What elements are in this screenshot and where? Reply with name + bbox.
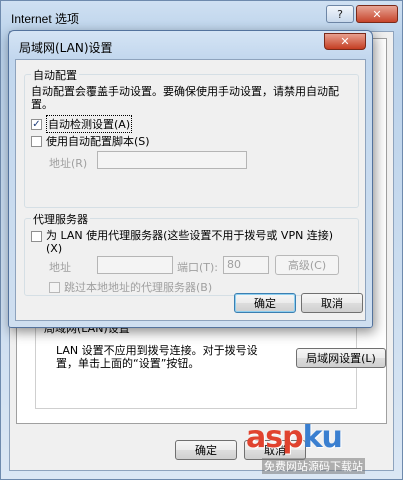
script-address-input[interactable] — [97, 151, 247, 169]
dialog-ok-button[interactable]: 确定 — [234, 293, 296, 313]
bypass-local-row[interactable]: 跳过本地地址的代理服务器(B) — [49, 279, 212, 295]
use-script-label: 使用自动配置脚本(S) — [46, 135, 150, 148]
proxy-port-input[interactable]: 80 — [223, 256, 269, 274]
lan-settings-group: 局域网(LAN)设置 LAN 设置不应用到拨号连接。对于拨号设置，单击上面的“设… — [35, 320, 386, 409]
auto-detect-checkbox[interactable]: ✓ — [31, 118, 42, 130]
site-watermark-logo: aspku — [246, 420, 343, 455]
proxy-port-label: 端口(T): — [177, 261, 219, 274]
proxy-server-title: 代理服务器 — [31, 211, 90, 227]
dialog-close-button[interactable]: ✕ — [324, 33, 366, 50]
window-title: Internet 选项 — [11, 12, 80, 26]
outer-ok-button[interactable]: 确定 — [175, 440, 237, 460]
dialog-title: 局域网(LAN)设置 — [19, 41, 113, 55]
bypass-local-checkbox[interactable] — [49, 281, 60, 293]
use-script-row[interactable]: 使用自动配置脚本(S) — [31, 133, 150, 149]
auto-config-description: 自动配置会覆盖手动设置。要确保使用手动设置，请禁用自动配置。 — [31, 85, 339, 111]
script-address-label: 地址(R) — [49, 157, 88, 170]
use-proxy-checkbox[interactable] — [31, 231, 42, 242]
watermark-brand-part2: ku — [302, 420, 343, 455]
proxy-address-label: 地址 — [49, 261, 71, 274]
dialog-cancel-button[interactable]: 取消 — [301, 293, 363, 313]
watermark-subtitle: 免费网站源码下载站 — [262, 458, 365, 474]
auto-detect-row[interactable]: ✓ 自动检测设置(A) — [31, 115, 133, 133]
window-caption-buttons: ? ✕ — [326, 5, 398, 23]
lan-description: LAN 设置不应用到拨号连接。对于拨号设置，单击上面的“设置”按钮。 — [56, 344, 258, 370]
bypass-local-label: 跳过本地地址的代理服务器(B) — [64, 281, 213, 294]
help-button[interactable]: ? — [326, 5, 354, 23]
lan-settings-button[interactable]: 局域网设置(L) — [296, 348, 386, 368]
use-script-checkbox[interactable] — [31, 135, 42, 147]
window-close-button[interactable]: ✕ — [356, 5, 398, 23]
dialog-client-area: 自动配置 自动配置会覆盖手动设置。要确保使用手动设置，请禁用自动配置。 ✓ 自动… — [15, 59, 366, 321]
lan-settings-dialog: 局域网(LAN)设置 ✕ 自动配置 自动配置会覆盖手动设置。要确保使用手动设置，… — [8, 30, 373, 328]
proxy-advanced-button[interactable]: 高级(C) — [275, 255, 339, 275]
auto-config-group: 自动配置 自动配置会覆盖手动设置。要确保使用手动设置，请禁用自动配置。 ✓ 自动… — [24, 67, 359, 208]
auto-detect-label: 自动检测设置(A) — [46, 115, 133, 133]
proxy-server-group: 代理服务器 为 LAN 使用代理服务器(这些设置不用于拨号或 VPN 连接)(X… — [24, 211, 359, 296]
proxy-address-input[interactable] — [97, 256, 173, 274]
use-proxy-row[interactable]: 为 LAN 使用代理服务器(这些设置不用于拨号或 VPN 连接)(X) — [31, 229, 346, 255]
use-proxy-label: 为 LAN 使用代理服务器(这些设置不用于拨号或 VPN 连接)(X) — [46, 229, 334, 255]
watermark-brand-part1: asp — [246, 420, 304, 455]
auto-config-title: 自动配置 — [31, 67, 79, 83]
